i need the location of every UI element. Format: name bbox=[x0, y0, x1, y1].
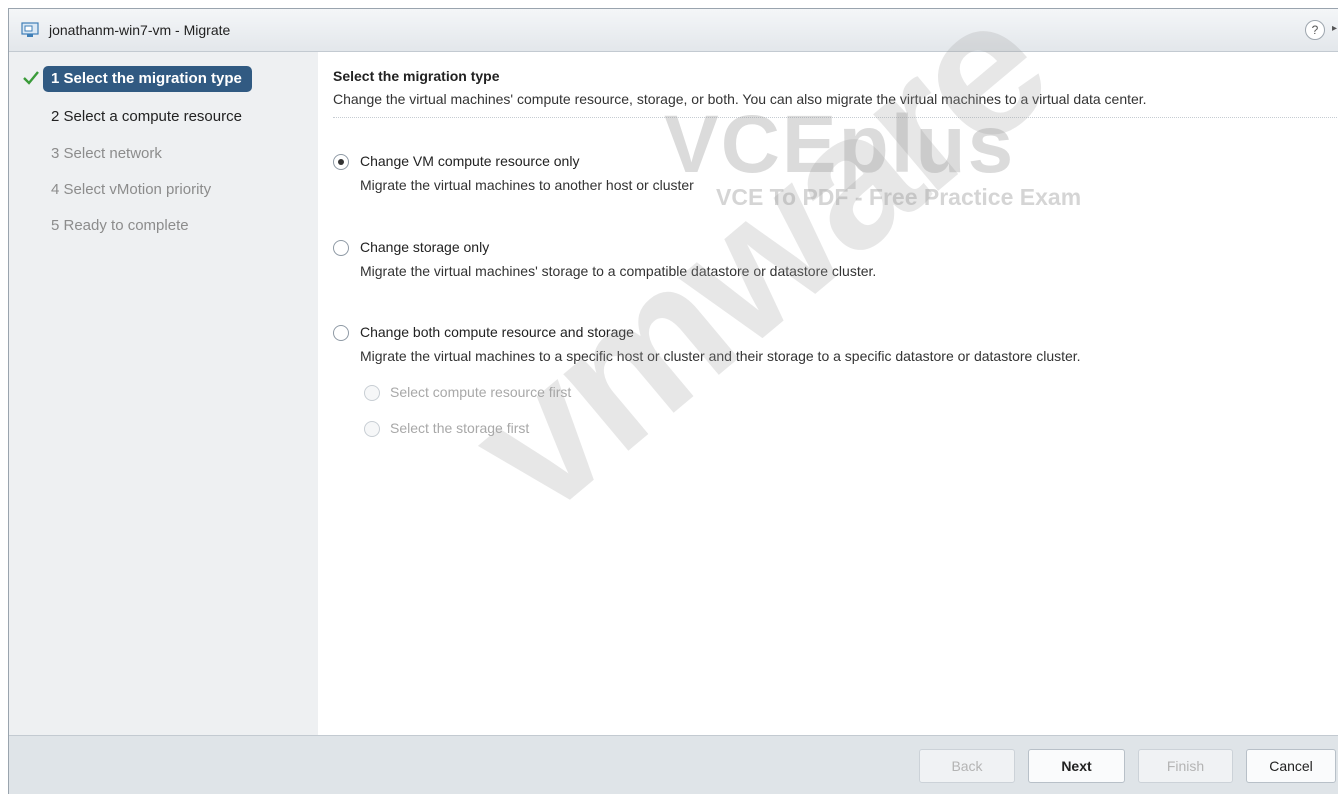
option-label: Change storage only bbox=[360, 239, 490, 255]
watermark-subtitle: VCE To PDF - Free Practice Exam bbox=[716, 184, 1082, 210]
step-select-migration-type[interactable]: 1 Select the migration type bbox=[43, 66, 252, 92]
step-select-compute-resource[interactable]: 2 Select a compute resource bbox=[43, 104, 252, 130]
step-ready-to-complete: 5 Ready to complete bbox=[51, 217, 189, 234]
vm-icon bbox=[21, 22, 39, 37]
expand-icon[interactable]: ▸ bbox=[1332, 23, 1337, 34]
radio-compute-and-storage[interactable] bbox=[333, 325, 349, 341]
help-icon[interactable]: ? bbox=[1305, 20, 1325, 40]
step-select-vmotion-priority: 4 Select vMotion priority bbox=[51, 181, 212, 198]
step-select-network: 3 Select network bbox=[51, 145, 162, 162]
title-bar: jonathanm-win7-vm - Migrate ? ▸ bbox=[9, 9, 1338, 52]
dialog-footer: Back Next Finish Cancel bbox=[9, 735, 1338, 794]
vceplus-watermark: VCEplus bbox=[664, 99, 1016, 190]
dialog-title: jonathanm-win7-vm - Migrate bbox=[49, 22, 231, 38]
back-button[interactable]: Back bbox=[919, 749, 1015, 783]
radio-compute-first[interactable] bbox=[364, 385, 380, 401]
next-button[interactable]: Next bbox=[1028, 749, 1125, 783]
finish-button[interactable]: Finish bbox=[1138, 749, 1233, 783]
radio-storage-only[interactable] bbox=[333, 240, 349, 256]
option-description: Migrate the virtual machines to another … bbox=[360, 177, 694, 193]
page-title: Select the migration type bbox=[333, 68, 500, 84]
check-icon bbox=[23, 71, 39, 85]
radio-storage-first[interactable] bbox=[364, 421, 380, 437]
cancel-button[interactable]: Cancel bbox=[1246, 749, 1336, 783]
wizard-steps: 1 Select the migration type 2 Select a c… bbox=[9, 52, 318, 736]
option-label: Change VM compute resource only bbox=[360, 153, 580, 169]
radio-compute-only[interactable] bbox=[333, 154, 349, 170]
